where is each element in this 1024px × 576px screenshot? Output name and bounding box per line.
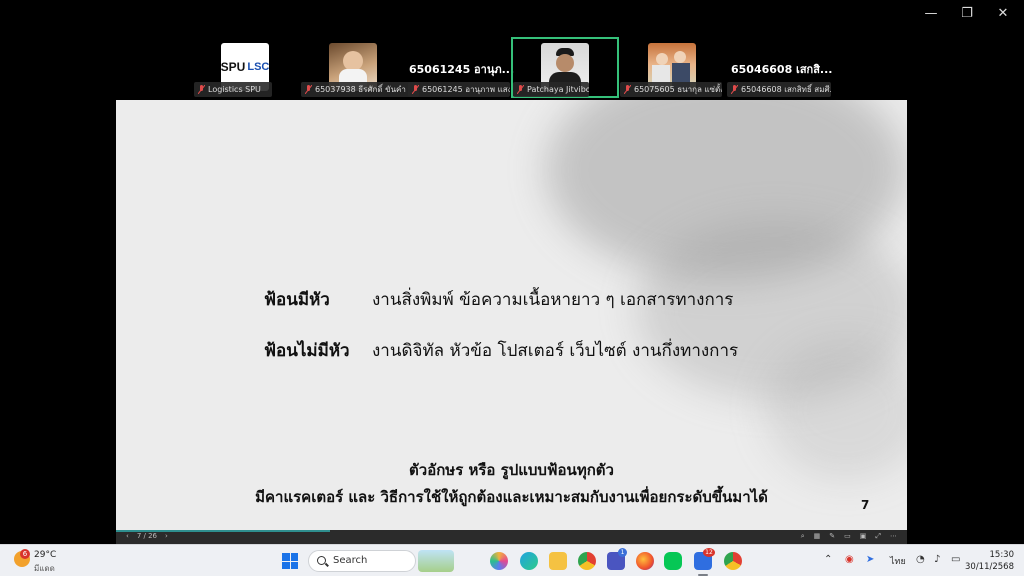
prev-slide-icon[interactable]: ‹ [126, 532, 129, 540]
search-placeholder: Search [333, 555, 368, 566]
meeting-window: — ❐ ✕ SPU LSC Logistics SPU 65037938 ธีร… [0, 0, 1024, 576]
grid-view-icon[interactable]: ▦ [814, 532, 821, 541]
firefox-icon[interactable] [636, 552, 654, 570]
search-icon [317, 556, 326, 565]
logo-spu-text: SPU [221, 60, 246, 74]
minimize-icon[interactable]: — [924, 6, 938, 21]
chrome-icon[interactable] [578, 552, 596, 570]
fit-icon[interactable]: ⤢ [875, 532, 881, 541]
slide-page-number: 7 [861, 498, 870, 512]
participant-name: 65037938 ธีรศักดิ์ ขันคำ [301, 82, 419, 97]
participant-name: 65061245 อานุภาพ แสง... [408, 82, 510, 97]
weather-condition: มีแดด [34, 564, 55, 573]
weather-badge: 6 [20, 549, 30, 559]
weather-temp: 29°C [34, 550, 57, 560]
zoom-icon[interactable]: ⌕ [801, 532, 805, 541]
presentation-bar: ‹ 7 / 26 › ⌕ ▦ ✎ ▭ ▣ ⤢ ⋯ [116, 530, 907, 544]
security-icon[interactable]: ◉ [845, 554, 854, 565]
mic-muted-icon [412, 85, 419, 94]
window-controls: — ❐ ✕ [924, 6, 1010, 21]
slide-description: งานสิ่งพิมพ์ ข้อความเนื้อหายาว ๆ เอกสารท… [372, 290, 734, 310]
close-icon[interactable]: ✕ [996, 6, 1010, 21]
clock-date: 30/11/2568 [965, 562, 1014, 572]
teams-badge: 1 [618, 548, 627, 557]
mic-muted-icon [517, 85, 524, 94]
language-indicator[interactable]: ไทย [890, 554, 906, 568]
slide-description: งานดิจิทัล หัวข้อ โปสเตอร์ เว็บไซต์ งานก… [372, 341, 739, 361]
teams-icon[interactable]: 1 [607, 548, 627, 570]
wifi-icon[interactable]: ◔ [916, 554, 925, 565]
edge-icon[interactable] [520, 552, 538, 570]
file-explorer-icon[interactable] [549, 552, 567, 570]
more-icon[interactable]: ⋯ [890, 532, 897, 541]
volume-icon[interactable]: ♪ [934, 554, 940, 565]
participant-name: 65075605 ธนากุล แซ่ตั้ง [620, 82, 722, 97]
participant-display-name: 65061245 อานุภ... [409, 63, 515, 76]
windows-start-icon[interactable] [282, 553, 298, 569]
battery-icon[interactable]: ▭ [951, 554, 960, 565]
mic-muted-icon [198, 85, 205, 94]
mic-muted-icon [305, 85, 312, 94]
slideshow-icon[interactable]: ▣ [860, 532, 867, 541]
meeting-app-badge: 12 [703, 548, 715, 557]
taskbar: 6 29°C มีแดด Search 1 12 ⌃ ◉ ➤ ไทย ◔ ♪ ▭ [0, 544, 1024, 576]
taskbar-search[interactable]: Search [308, 550, 416, 572]
slide-footer-line-1: ตัวอักษร หรือ รูปแบบฟ้อนทุกตัว [409, 461, 614, 479]
restore-icon[interactable]: ❐ [960, 6, 974, 21]
participant-display-name: 65046608 เสกสิ... [731, 63, 833, 76]
cursor-tray-icon[interactable]: ➤ [866, 554, 874, 565]
page-indicator: 7 / 26 [136, 532, 157, 540]
chrome-profile-icon[interactable] [724, 552, 742, 570]
reading-view-icon[interactable]: ▭ [844, 532, 851, 541]
participant-name: Logistics SPU [194, 82, 272, 97]
copilot-icon[interactable] [490, 552, 508, 570]
participant-name: Patchaya Jitviboon [513, 82, 589, 97]
shared-slide: ฟ้อนมีหัว งานสิ่งพิมพ์ ข้อความเนื้อหายาว… [116, 100, 907, 530]
annotate-icon[interactable]: ✎ [829, 532, 835, 541]
participant-name: 65046608 เสกสิทธิ์ สมศี... [727, 82, 831, 97]
logo-lsc-text: LSC [247, 61, 269, 73]
system-clock[interactable]: 15:30 30/11/2568 [965, 549, 1014, 573]
chevron-up-icon[interactable]: ⌃ [824, 554, 832, 565]
mic-muted-icon [731, 85, 738, 94]
clock-time: 15:30 [989, 550, 1015, 560]
meeting-app-icon[interactable]: 12 [694, 548, 715, 570]
search-highlight-banner[interactable] [418, 550, 454, 572]
slide-footer-line-2: มีคาแรคเตอร์ และ วิธีการใช้ให้ถูกต้องและ… [255, 488, 768, 506]
slide-term: ฟ้อนไม่มีหัว [264, 341, 350, 361]
line-icon[interactable] [664, 552, 682, 570]
mic-muted-icon [624, 85, 631, 94]
next-slide-icon[interactable]: › [165, 532, 168, 540]
slide-term: ฟ้อนมีหัว [264, 290, 330, 310]
